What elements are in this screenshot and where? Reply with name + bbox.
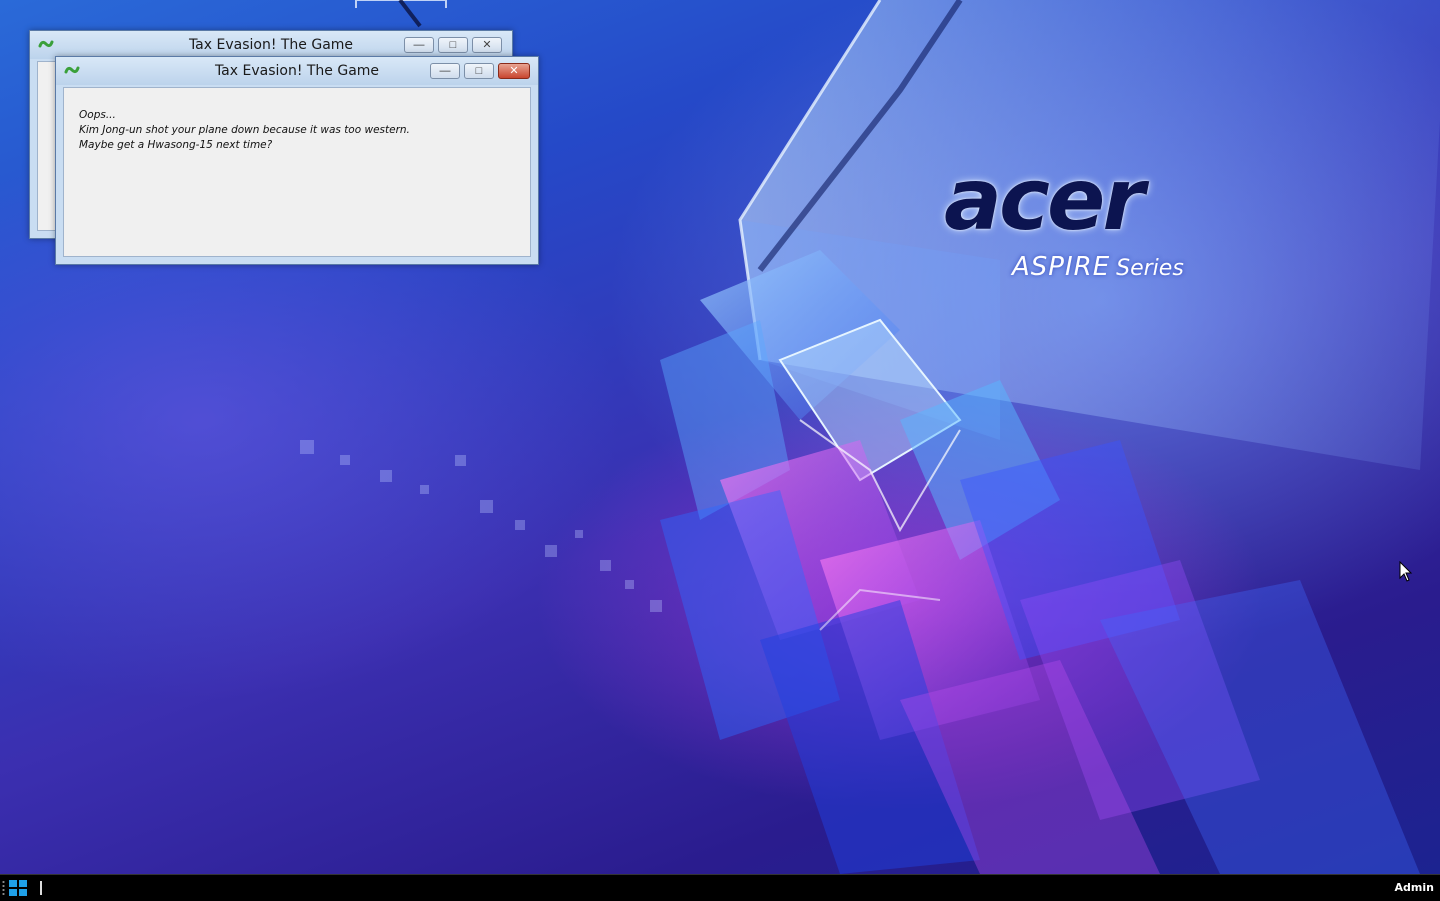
windows-logo-icon[interactable] bbox=[9, 880, 27, 896]
maximize-icon: □ bbox=[449, 38, 457, 51]
window-titlebar[interactable]: Tax Evasion! The Game — □ ✕ bbox=[56, 57, 538, 85]
minimize-button[interactable]: — bbox=[430, 63, 460, 79]
close-button[interactable]: ✕ bbox=[472, 37, 502, 53]
maximize-icon: □ bbox=[475, 64, 483, 77]
minimize-icon: — bbox=[413, 38, 425, 51]
close-icon: ✕ bbox=[482, 38, 492, 51]
window-titlebar[interactable]: Tax Evasion! The Game — □ ✕ bbox=[30, 31, 512, 59]
message-line: Oops... bbox=[79, 109, 116, 121]
maximize-button[interactable]: □ bbox=[464, 63, 494, 79]
game-message-window[interactable]: Tax Evasion! The Game — □ ✕ Oops... Kim … bbox=[55, 56, 539, 265]
message-line: Kim Jong-un shot your plane down because… bbox=[79, 124, 410, 136]
minimize-icon: — bbox=[439, 64, 451, 77]
taskbar-grip[interactable] bbox=[2, 880, 5, 896]
aspire-wordmark: ASPIRE bbox=[1012, 252, 1111, 282]
maximize-button[interactable]: □ bbox=[438, 37, 468, 53]
minimize-button[interactable]: — bbox=[404, 37, 434, 53]
series-wordmark: Series bbox=[1116, 256, 1184, 281]
mouse-pointer-icon bbox=[1399, 561, 1413, 582]
aspire-series-logo: ASPIRE Series bbox=[1012, 252, 1184, 282]
message-line: Maybe get a Hwasong-15 next time? bbox=[79, 139, 273, 151]
acer-logo: acer bbox=[944, 150, 1145, 250]
taskbar: Admin bbox=[0, 874, 1440, 901]
message-area: Oops... Kim Jong-un shot your plane down… bbox=[63, 87, 531, 257]
close-button[interactable]: ✕ bbox=[498, 63, 530, 79]
message-text: Oops... Kim Jong-un shot your plane down… bbox=[79, 108, 410, 153]
user-name-label[interactable]: Admin bbox=[1395, 881, 1434, 894]
close-icon: ✕ bbox=[509, 64, 519, 77]
taskbar-separator bbox=[40, 881, 42, 895]
